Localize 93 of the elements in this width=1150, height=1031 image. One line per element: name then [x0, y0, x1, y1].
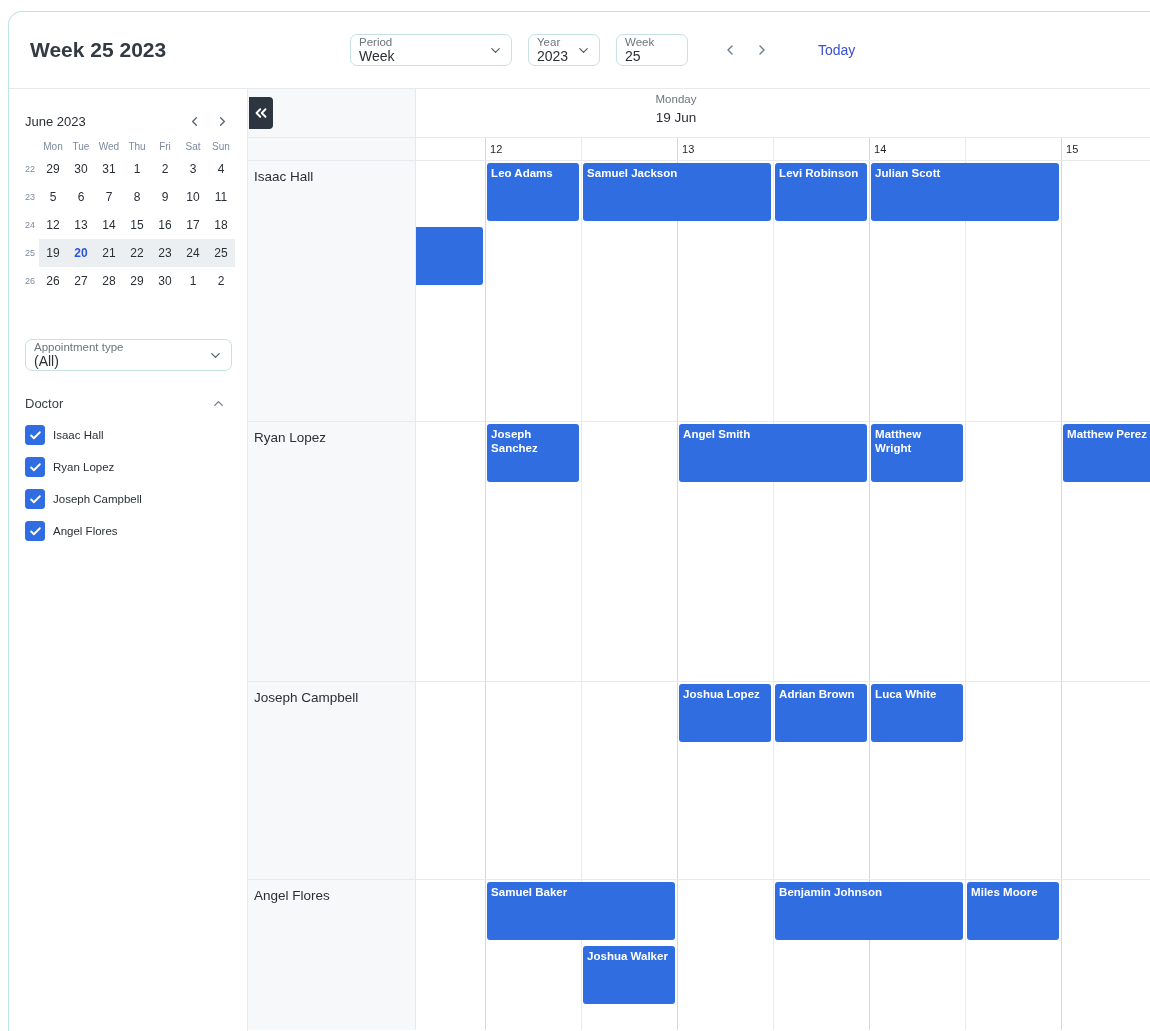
- check-icon: [28, 524, 42, 538]
- hour-label: 13: [682, 143, 695, 155]
- checkbox-label: Ryan Lopez: [53, 461, 115, 473]
- calendar-day[interactable]: 16: [151, 211, 179, 239]
- calendar-day[interactable]: 24: [179, 239, 207, 267]
- calendar-day[interactable]: 23: [151, 239, 179, 267]
- calendar-day[interactable]: 20: [67, 239, 95, 267]
- calendar-day[interactable]: 18: [207, 211, 235, 239]
- calendar-day[interactable]: 22: [123, 239, 151, 267]
- appointment-block[interactable]: Benjamin Johnson: [775, 882, 964, 940]
- calendar-day[interactable]: 29: [39, 155, 67, 183]
- doctor-name: Joseph Campbell: [254, 690, 359, 705]
- appointment-block[interactable]: Leo Adams: [487, 163, 580, 221]
- hour-label: 15: [1066, 143, 1079, 155]
- weekday-label: Sat: [184, 140, 202, 154]
- appointment-block[interactable]: Julian Scott: [871, 163, 1060, 221]
- week-number: 22: [25, 163, 36, 176]
- year-field[interactable]: Year 2023: [528, 34, 600, 66]
- calendar-day[interactable]: 2: [207, 267, 235, 295]
- weekday-label: Mon: [42, 140, 64, 154]
- weekday-label: Thu: [127, 140, 147, 154]
- appointment-block[interactable]: Levi Robinson: [775, 163, 868, 221]
- calendar-day[interactable]: 14: [95, 211, 123, 239]
- appointment-block[interactable]: Matthew Perez: [1063, 424, 1150, 482]
- check-icon: [28, 428, 42, 442]
- appointment-block[interactable]: Samuel Baker: [487, 882, 676, 940]
- doctor-name: Angel Flores: [254, 888, 330, 903]
- checkbox[interactable]: [25, 425, 45, 445]
- section-title: Doctor: [25, 395, 64, 411]
- appointment-block[interactable]: Joshua Walker: [583, 946, 676, 1004]
- page-title: Week 25 2023: [30, 38, 168, 62]
- checkbox[interactable]: [25, 521, 45, 541]
- month-title: June 2023: [25, 113, 86, 129]
- checkbox[interactable]: [25, 457, 45, 477]
- calendar-day[interactable]: 5: [39, 183, 67, 211]
- appointment-block[interactable]: Luca White: [871, 684, 964, 742]
- calendar-day[interactable]: 29: [123, 267, 151, 295]
- calendar-day[interactable]: 1: [179, 267, 207, 295]
- appointment-block[interactable]: Angel Smith: [679, 424, 868, 482]
- period-field[interactable]: Period Week: [350, 34, 512, 66]
- appointment-type-select[interactable]: Appointment type (All): [25, 339, 232, 371]
- appointment-block[interactable]: Miles Moore: [967, 882, 1060, 940]
- calendar-day[interactable]: 28: [95, 267, 123, 295]
- doctor-name: Ryan Lopez: [254, 430, 327, 445]
- checkbox[interactable]: [25, 489, 45, 509]
- calendar-day[interactable]: 19: [39, 239, 67, 267]
- doctor-name: Isaac Hall: [254, 169, 314, 184]
- weekday-label: Wed: [97, 140, 121, 154]
- calendar-day[interactable]: 4: [207, 155, 235, 183]
- checkbox-label: Joseph Campbell: [53, 493, 142, 505]
- calendar-day[interactable]: 21: [95, 239, 123, 267]
- weekday-label: Sun: [211, 140, 231, 154]
- calendar-day[interactable]: 12: [39, 211, 67, 239]
- calendar-day[interactable]: 17: [179, 211, 207, 239]
- collapse-panel-button[interactable]: [249, 97, 273, 129]
- checkbox-label: Angel Flores: [53, 525, 118, 537]
- week-field[interactable]: Week 25: [616, 34, 688, 66]
- appointment-block[interactable]: Adrian Brown: [775, 684, 868, 742]
- today-button[interactable]: Today: [816, 38, 858, 62]
- appointment-block[interactable]: Joshua Lopez: [679, 684, 772, 742]
- calendar-day[interactable]: 27: [67, 267, 95, 295]
- calendar-day[interactable]: 31: [95, 155, 123, 183]
- calendar-day[interactable]: 30: [67, 155, 95, 183]
- check-icon: [28, 460, 42, 474]
- appointment-block[interactable]: Joseph Sanchez: [487, 424, 580, 482]
- week-number: 24: [25, 219, 36, 232]
- check-icon: [28, 492, 42, 506]
- hour-label: 14: [874, 143, 887, 155]
- calendar-day[interactable]: 25: [207, 239, 235, 267]
- weekday-label: Fri: [158, 140, 172, 154]
- calendar-day[interactable]: 8: [123, 183, 151, 211]
- calendar-day[interactable]: 15: [123, 211, 151, 239]
- calendar-day[interactable]: 9: [151, 183, 179, 211]
- appointment-block[interactable]: Matthew Wright: [871, 424, 964, 482]
- checkbox-label: Isaac Hall: [53, 429, 104, 441]
- calendar-day[interactable]: 13: [67, 211, 95, 239]
- calendar-day[interactable]: 7: [95, 183, 123, 211]
- hour-label: 12: [490, 143, 503, 155]
- week-number: 23: [25, 191, 36, 204]
- calendar-day[interactable]: 30: [151, 267, 179, 295]
- calendar-day[interactable]: 11: [207, 183, 235, 211]
- appointment-block[interactable]: Samuel Jackson: [583, 163, 772, 221]
- day-name: Monday: [655, 93, 697, 105]
- calendar-day[interactable]: 26: [39, 267, 67, 295]
- week-number: 25: [25, 247, 36, 260]
- calendar-day[interactable]: 6: [67, 183, 95, 211]
- calendar-day[interactable]: 10: [179, 183, 207, 211]
- calendar-day[interactable]: 3: [179, 155, 207, 183]
- week-number: 26: [25, 275, 36, 288]
- calendar-day[interactable]: 2: [151, 155, 179, 183]
- day-date: 19 Jun: [655, 110, 697, 125]
- calendar-day[interactable]: 1: [123, 155, 151, 183]
- weekday-label: Tue: [71, 140, 91, 154]
